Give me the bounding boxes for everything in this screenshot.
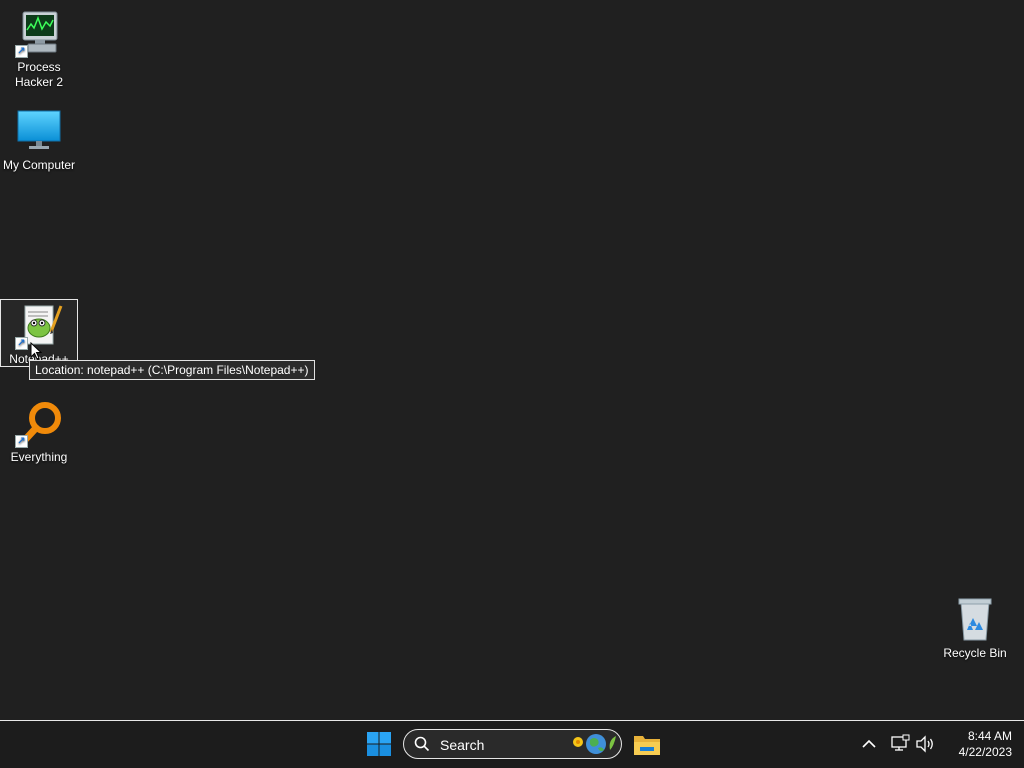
volume-icon xyxy=(916,735,933,753)
volume-button[interactable] xyxy=(914,733,936,755)
desktop-icon-label: Hacker 2 xyxy=(14,75,64,89)
file-explorer-icon xyxy=(634,736,660,755)
shortcut-arrow-icon: ↗ xyxy=(15,435,28,448)
clock-date: 4/22/2023 xyxy=(958,745,1012,759)
monitor-icon xyxy=(15,108,63,156)
mouse-cursor-icon xyxy=(30,342,42,360)
windows-logo-icon xyxy=(367,732,391,756)
search-highlight-earth-icon xyxy=(573,734,616,754)
desktop-icon-label: Recycle Bin xyxy=(943,646,1007,660)
magnifier-icon: ↗ xyxy=(15,400,63,448)
taskbar: Search 8:44 AM 4/22/2023 xyxy=(0,720,1024,768)
taskbar-search-box[interactable]: Search xyxy=(403,729,622,759)
network-icon xyxy=(891,734,910,751)
show-hidden-icons-button[interactable] xyxy=(858,733,880,755)
desktop: ↗ Process Hacker 2 My Computer ↗ Notepad… xyxy=(0,0,1024,720)
desktop-icon-my-computer[interactable]: My Computer xyxy=(1,108,77,173)
clock-time: 8:44 AM xyxy=(967,729,1012,743)
shortcut-arrow-icon: ↗ xyxy=(15,45,28,58)
process-hacker-icon: ↗ xyxy=(15,10,63,58)
recycle-bin-icon xyxy=(951,596,999,644)
desktop-icon-recycle-bin[interactable]: Recycle Bin xyxy=(937,596,1013,661)
location-tooltip: Location: notepad++ (C:\Program Files\No… xyxy=(29,360,315,380)
taskbar-clock[interactable]: 8:44 AM 4/22/2023 xyxy=(942,728,1012,760)
search-placeholder: Search xyxy=(440,737,485,753)
network-status-button[interactable] xyxy=(889,733,911,755)
desktop-icon-label: Process xyxy=(17,60,61,74)
file-explorer-button[interactable] xyxy=(632,731,662,759)
start-button[interactable] xyxy=(364,729,394,759)
search-icon xyxy=(414,736,430,752)
desktop-icon-label: Everything xyxy=(10,450,68,464)
shortcut-arrow-icon: ↗ xyxy=(15,337,28,350)
desktop-icon-everything[interactable]: ↗ Everything xyxy=(1,400,77,465)
desktop-icon-label: My Computer xyxy=(2,158,76,172)
chevron-up-icon xyxy=(862,739,876,748)
desktop-icon-process-hacker[interactable]: ↗ Process Hacker 2 xyxy=(1,10,77,90)
